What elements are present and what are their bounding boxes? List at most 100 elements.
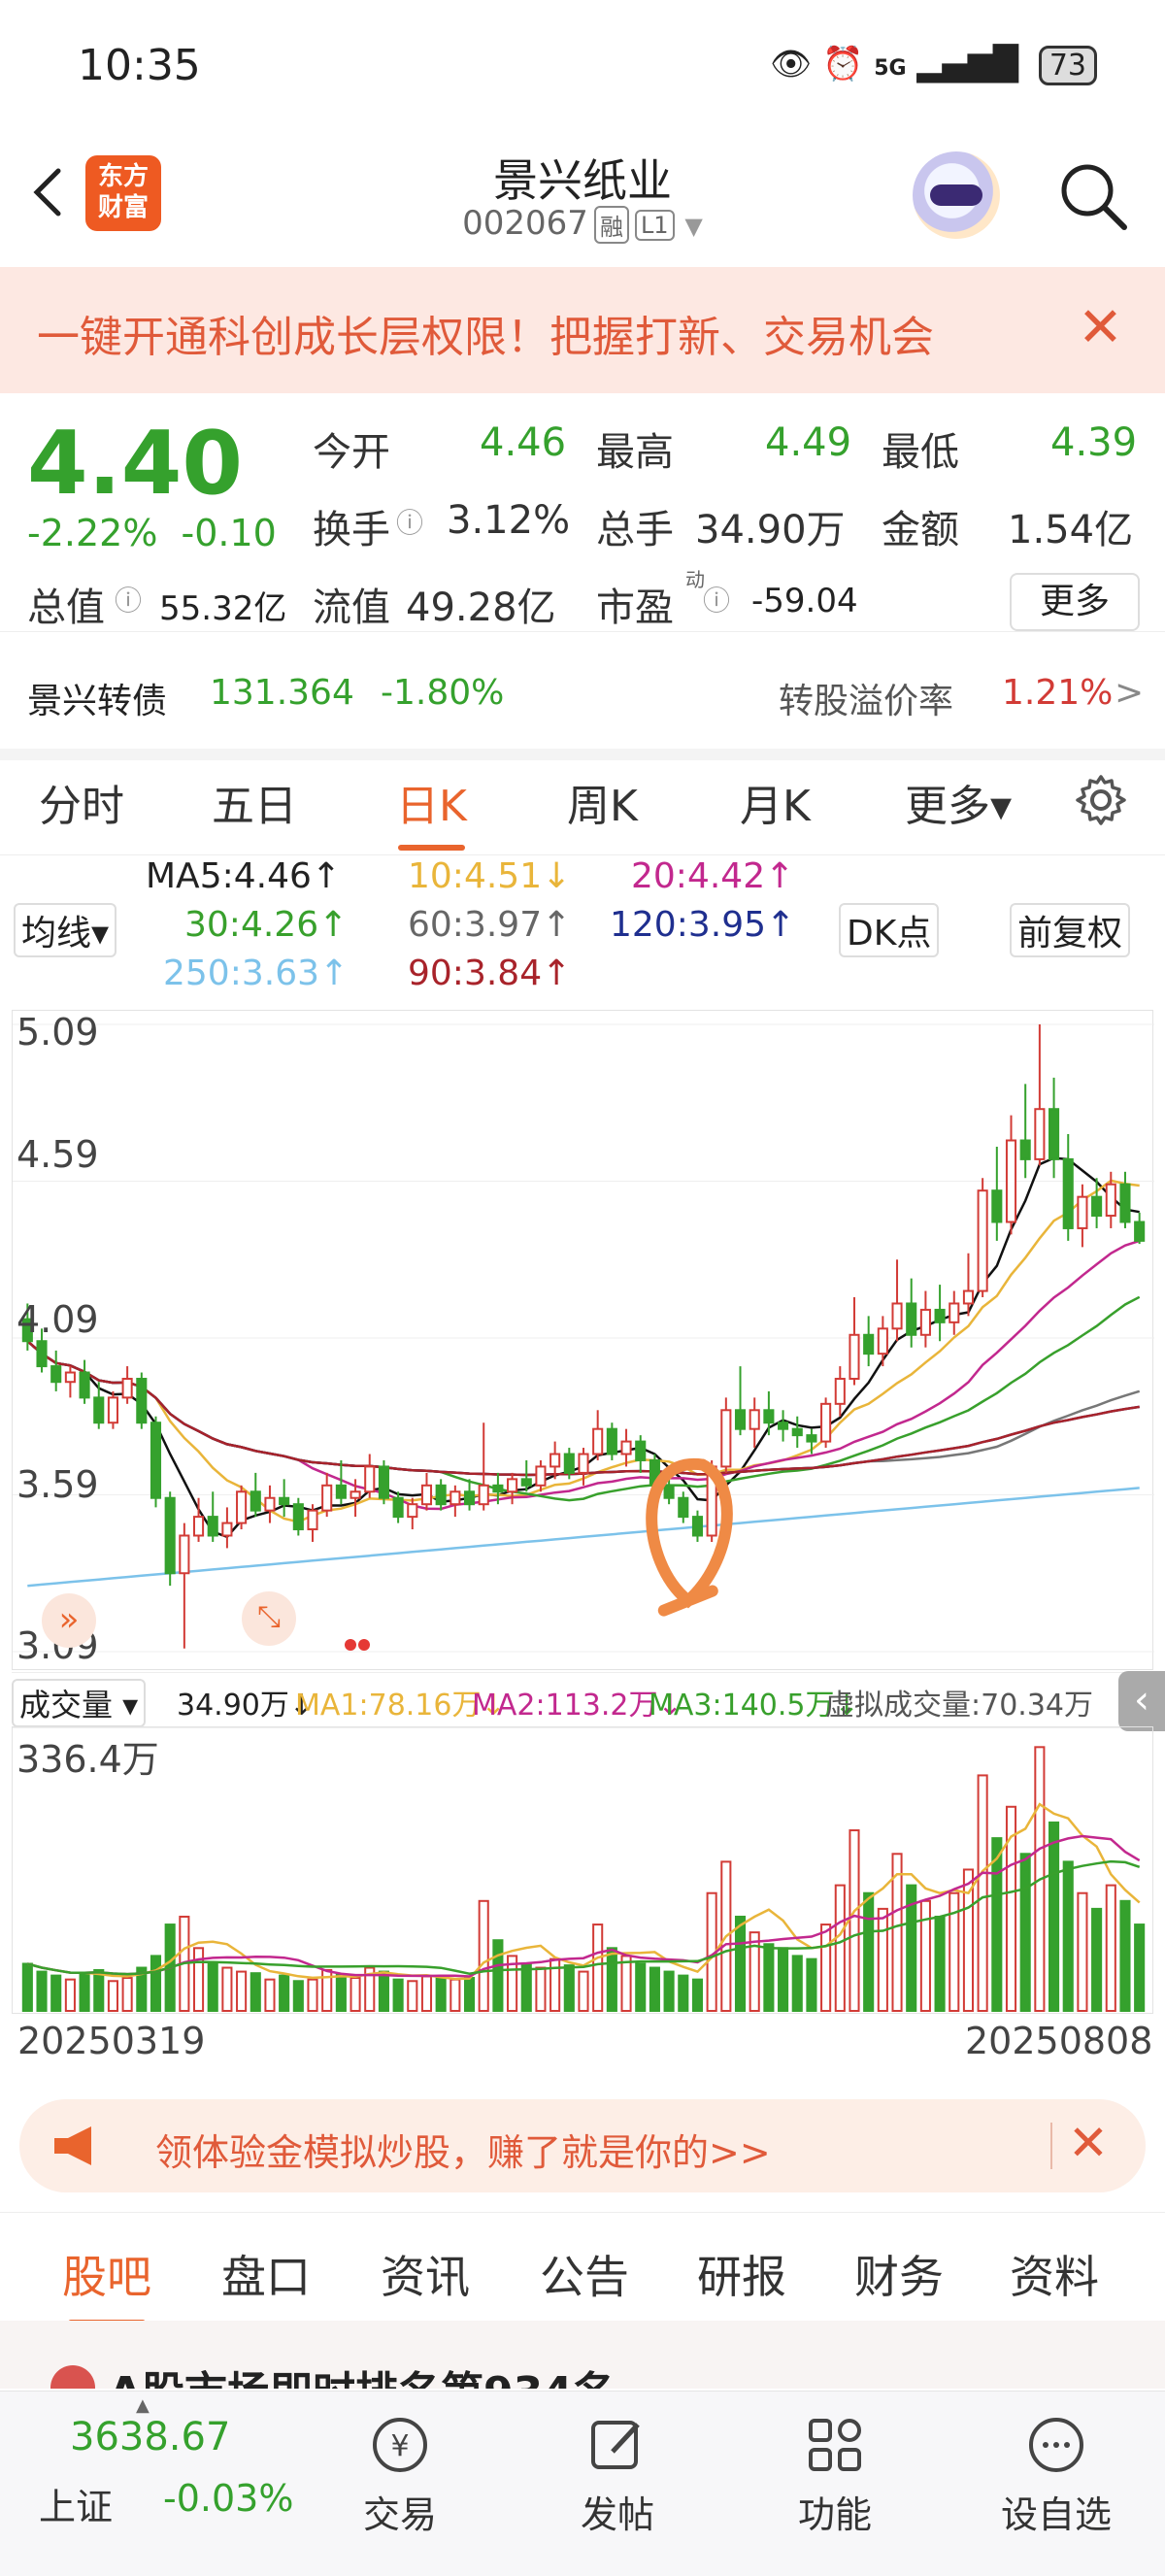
simulated-trading-promo[interactable]: 领体验金模拟炒股，赚了就是你的>> ✕ — [19, 2099, 1146, 2192]
volume-svg[interactable] — [13, 1727, 1154, 2015]
volume-bar — [64, 1978, 76, 2013]
candle-body — [919, 1308, 931, 1336]
candle-body — [891, 1302, 903, 1330]
index-name[interactable]: 上证 — [39, 2477, 113, 2530]
candle-body — [849, 1333, 860, 1380]
fullscreen-icon[interactable]: ⤡ — [242, 1591, 296, 1646]
dk-point-button[interactable]: DK点 — [839, 903, 940, 957]
convertible-bond-row[interactable]: 景兴转债 131.364 -1.80% 转股溢价率 1.21% > — [0, 631, 1165, 760]
candle-body — [250, 1490, 261, 1512]
price-change: -2.22% -0.10 — [27, 512, 277, 554]
collapse-icon[interactable]: ‹ — [1118, 1671, 1165, 1731]
svg-text:¥: ¥ — [390, 2429, 409, 2463]
kline-chart[interactable]: 5.09 4.59 4.09 3.59 3.09 » ⤡ — [12, 1010, 1154, 1671]
candle-body — [1077, 1195, 1088, 1229]
tab-more[interactable]: 更多▾ — [905, 771, 1012, 833]
ranking-row[interactable]: A股市场即时排名第934名 — [0, 2321, 1165, 2389]
volume-bar — [1105, 1884, 1116, 2012]
caret-up-icon: ▲ — [136, 2395, 150, 2416]
tab-handicap[interactable]: 盘口 — [221, 2242, 311, 2306]
candle-body — [877, 1327, 888, 1355]
post-label: 发帖 — [580, 2493, 654, 2536]
functions-button[interactable]: 功能 — [777, 2411, 893, 2538]
add-watchlist-button[interactable]: 设自选 — [998, 2411, 1115, 2538]
tab-intraday[interactable]: 分时 — [39, 771, 124, 833]
ma-type-dropdown[interactable]: 均线▾ — [14, 903, 117, 957]
expand-left-icon[interactable]: » — [42, 1593, 96, 1648]
candle-body — [863, 1333, 875, 1355]
tab-five-day[interactable]: 五日 — [212, 771, 297, 833]
mktcap-value: 55.32亿 — [159, 589, 287, 628]
promo-banner[interactable]: 一键开通科创成长层权限！把握打新、交易机会 ✕ — [0, 267, 1165, 393]
search-icon[interactable] — [1054, 157, 1132, 235]
indicator-dropdown[interactable]: 成交量 ▾ — [12, 1679, 147, 1727]
tab-profile[interactable]: 资料 — [1010, 2242, 1099, 2306]
close-icon[interactable]: ✕ — [1078, 296, 1123, 359]
volume-bar — [663, 1970, 675, 2013]
ma20-label: 20:4.42↑ — [631, 856, 795, 896]
info-icon[interactable]: ⓘ — [703, 580, 730, 619]
candle-body — [50, 1365, 62, 1384]
volume-bar — [335, 1973, 347, 2012]
tab-daily-k[interactable]: 日K — [396, 771, 467, 851]
tab-weekly-k[interactable]: 周K — [567, 771, 638, 833]
tab-finance[interactable]: 财务 — [854, 2242, 944, 2306]
promo-text: 领体验金模拟炒股，赚了就是你的>> — [155, 2131, 771, 2174]
gear-icon[interactable] — [1072, 771, 1130, 829]
post-button[interactable]: 发帖 — [559, 2411, 676, 2538]
candle-body — [236, 1490, 248, 1524]
volume-bar — [407, 1980, 418, 2012]
turnover-label: 换手 — [313, 508, 390, 552]
tab-research[interactable]: 研报 — [697, 2242, 786, 2306]
trade-button[interactable]: ¥ 交易 — [342, 2411, 458, 2538]
candle-body — [378, 1465, 389, 1499]
candle-body — [578, 1453, 589, 1474]
candle-body — [563, 1453, 575, 1474]
close-icon[interactable]: ✕ — [1068, 2115, 1109, 2171]
candle-body — [934, 1308, 946, 1323]
high-label: 最高 — [596, 430, 674, 475]
volume-chart[interactable]: 336.4万 — [12, 1726, 1153, 2014]
more-button[interactable]: 更多 — [1010, 573, 1140, 631]
banner-text: 一键开通科创成长层权限！把握打新、交易机会 — [37, 313, 934, 362]
tab-monthly-k[interactable]: 月K — [740, 771, 811, 833]
volume-bar — [578, 1970, 589, 2013]
volume-bar — [207, 1962, 218, 2013]
candle-body — [1019, 1139, 1031, 1160]
candle-body — [977, 1189, 988, 1292]
volume-bar — [36, 1970, 48, 2013]
stock-code: 002067 — [462, 204, 588, 243]
index-change[interactable]: -0.03% — [163, 2477, 293, 2520]
kline-svg[interactable] — [13, 1011, 1154, 1671]
tab-news[interactable]: 资讯 — [381, 2242, 470, 2306]
change-pct: -2.22% — [27, 512, 158, 554]
ranking-text: A股市场即时排名第934名 — [109, 2358, 616, 2389]
candle-body — [763, 1409, 775, 1424]
index-value[interactable]: 3638.67 — [70, 2415, 230, 2459]
candle-body — [350, 1490, 361, 1499]
volume-bar — [350, 1977, 361, 2013]
date-start: 20250319 — [17, 2020, 206, 2062]
rank-icon — [50, 2365, 95, 2389]
candle-body — [207, 1516, 218, 1537]
bond-pct: -1.80% — [381, 673, 505, 713]
candle-body — [478, 1484, 489, 1506]
current-price: 4.40 — [27, 413, 244, 515]
candle-body — [1134, 1221, 1146, 1242]
info-tabs: 股吧 盘口 资讯 公告 研报 财务 资料 — [0, 2212, 1165, 2325]
candle-body — [136, 1377, 148, 1424]
ai-assistant-icon[interactable] — [913, 151, 1000, 239]
change-value: -0.10 — [181, 512, 277, 554]
adjust-price-button[interactable]: 前复权 — [1010, 903, 1131, 957]
tab-announcement[interactable]: 公告 — [540, 2242, 629, 2306]
volume-bar — [977, 1774, 988, 2013]
eye-icon: 👁 — [770, 45, 813, 84]
volume-bar — [678, 1974, 689, 2012]
info-icon[interactable]: ⓘ — [396, 502, 423, 541]
info-icon[interactable]: ⓘ — [115, 580, 142, 619]
candle-body — [1005, 1139, 1017, 1223]
tab-forum[interactable]: 股吧 — [62, 2242, 151, 2325]
candle-body — [906, 1302, 917, 1336]
candle-body — [1105, 1183, 1116, 1218]
virtual-vol: 虚拟成交量:70.34万 — [825, 1689, 1093, 1723]
